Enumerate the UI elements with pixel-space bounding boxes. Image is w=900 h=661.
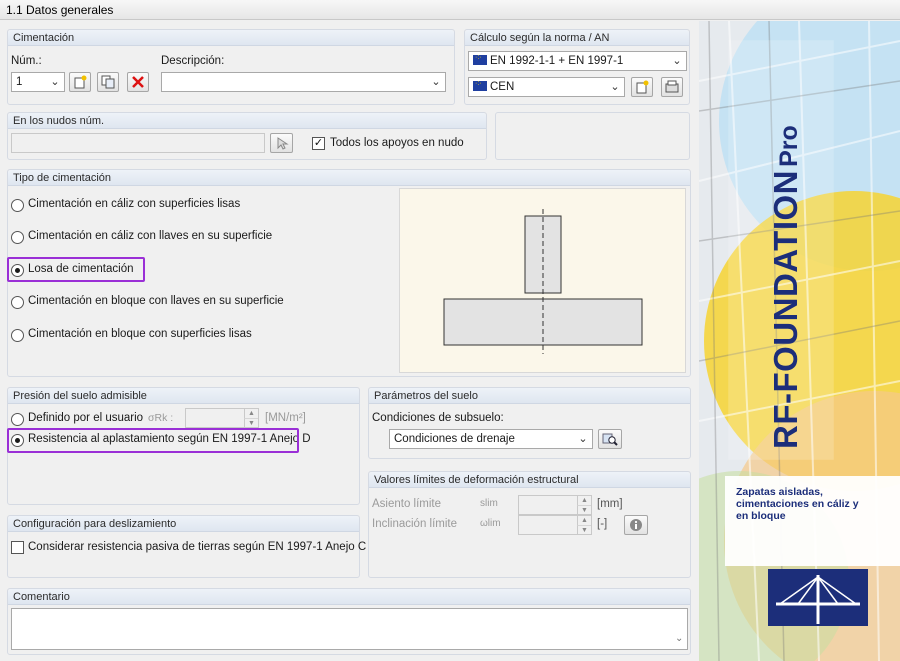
radio-block-smooth[interactable] (11, 329, 24, 342)
bridge-logo-icon (776, 575, 860, 624)
empty-panel (495, 112, 690, 160)
info-icon (630, 519, 642, 531)
num-label: Núm.: (11, 55, 42, 67)
new-item-icon (74, 75, 87, 89)
edit-annex-button[interactable] (661, 77, 683, 97)
new-annex-button[interactable] (631, 77, 653, 97)
calculation-section-title: Cálculo según la norma / AN (465, 30, 689, 46)
subsoil-label: Condiciones de subsuelo: (372, 412, 504, 424)
radio-block-keyed[interactable] (11, 296, 24, 309)
bearing-resistance-highlight (7, 428, 299, 453)
window-title: 1.1 Datos generales (0, 0, 900, 20)
product-name: RF-FOUNDATION (767, 169, 804, 449)
tilt-unit: [-] (597, 518, 608, 530)
standard-value: EN 1992-1-1 + EN 1997-1 (490, 55, 624, 67)
radio-user-defined[interactable] (11, 413, 24, 426)
foundation-section-title: Cimentación (8, 30, 454, 46)
option-block-keyed-label: Cimentación en bloque con llaves en su s… (28, 295, 284, 307)
description-input[interactable]: ⌄ (161, 72, 446, 92)
radio-socket-smooth[interactable] (11, 199, 24, 212)
product-title: RF-FOUNDATION Pro (767, 125, 805, 449)
subsoil-details-button[interactable] (598, 429, 622, 449)
new-foundation-button[interactable] (69, 72, 91, 92)
radio-socket-keyed[interactable] (11, 231, 24, 244)
soil-pressure-section-title: Presión del suelo admisible (8, 388, 359, 404)
num-select[interactable]: 1 ⌄ (11, 72, 65, 92)
eu-flag-icon (473, 80, 487, 91)
product-tagline: Zapatas aisladas, cimentaciones en cáliz… (736, 486, 859, 522)
sigma-rk-unit: [MN/m²] (265, 412, 306, 424)
foundation-panel: Cimentación Núm.: 1 ⌄ Descripción: ⌄ (7, 29, 455, 105)
deformation-panel: Valores límites de deformación estructur… (368, 471, 691, 578)
option-socket-keyed-label: Cimentación en cáliz con llaves en su su… (28, 230, 273, 242)
passive-resistance-label: Considerar resistencia pasiva de tierras… (28, 541, 367, 553)
dlubal-logo (768, 569, 868, 626)
num-value: 1 (16, 76, 23, 88)
chevron-down-icon: ⌄ (672, 55, 682, 67)
branding-sidebar: RF-FOUNDATION Pro Zapatas aisladas, cime… (699, 21, 900, 661)
calculation-panel: Cálculo según la norma / AN EN 1992-1-1 … (464, 29, 690, 105)
national-annex-select[interactable]: CEN ⌄ (468, 77, 625, 97)
slab-foundation-diagram (443, 209, 643, 354)
spin-down-icon[interactable]: ▼ (577, 505, 591, 514)
comment-input[interactable] (11, 608, 688, 650)
all-supports-checkbox[interactable]: ✓ (312, 137, 325, 150)
search-icon (602, 433, 618, 446)
chevron-down-icon: ⌄ (50, 76, 60, 88)
sigma-rk-label: σRk : (148, 412, 174, 424)
subsoil-select[interactable]: Condiciones de drenaje ⌄ (389, 429, 593, 449)
settlement-symbol: slim (480, 498, 498, 509)
pick-nodes-button[interactable] (270, 133, 293, 153)
option-socket-smooth-label: Cimentación en cáliz con superficies lis… (28, 198, 241, 210)
chevron-down-icon: ⌄ (578, 433, 588, 445)
copy-icon (101, 75, 115, 89)
info-button[interactable] (624, 515, 648, 535)
sigma-rk-input[interactable]: ▲ ▼ (185, 408, 259, 428)
sliding-section-title: Configuración para deslizamiento (8, 516, 359, 532)
nodes-section-title: En los nudos núm. (8, 113, 486, 129)
delete-icon (132, 76, 144, 88)
slab-option-highlight (7, 257, 145, 282)
spin-up-icon[interactable]: ▲ (577, 516, 591, 525)
subsoil-value: Condiciones de drenaje (394, 433, 515, 445)
standard-select[interactable]: EN 1992-1-1 + EN 1997-1 ⌄ (468, 51, 687, 71)
option-block-smooth-label: Cimentación en bloque con superficies li… (28, 328, 252, 340)
product-suffix: Pro (775, 125, 803, 167)
passive-resistance-checkbox[interactable] (11, 541, 24, 554)
copy-foundation-button[interactable] (97, 72, 119, 92)
user-defined-label: Definido por el usuario (28, 412, 144, 424)
settlement-label: Asiento límite (372, 498, 442, 510)
spin-down-icon[interactable]: ▼ (577, 525, 591, 534)
nodes-panel: En los nudos núm. ✓ Todos los apoyos en … (7, 112, 487, 160)
comment-panel: Comentario ⌄ (7, 588, 691, 655)
chevron-down-icon: ⌄ (610, 81, 620, 93)
new-item-icon (636, 80, 649, 94)
delete-foundation-button[interactable] (127, 72, 149, 92)
nodes-input[interactable] (11, 133, 265, 153)
annex-value: CEN (490, 81, 515, 93)
chevron-down-icon: ⌄ (431, 76, 441, 88)
spin-up-icon[interactable]: ▲ (577, 496, 591, 505)
settlement-unit: [mm] (597, 498, 623, 510)
description-label: Descripción: (161, 55, 225, 67)
chevron-down-icon[interactable]: ⌄ (675, 633, 683, 644)
sliding-panel: Configuración para deslizamiento Conside… (7, 515, 366, 578)
settlement-input[interactable]: ▲ ▼ (518, 495, 592, 515)
spin-up-icon[interactable]: ▲ (244, 409, 258, 418)
tilt-symbol: ωlim (480, 518, 501, 529)
deformation-section-title: Valores límites de deformación estructur… (369, 472, 690, 488)
settings-icon (665, 80, 679, 93)
tilt-label: Inclinación límite (372, 518, 458, 530)
cursor-pick-icon (277, 137, 289, 150)
foundation-preview (399, 188, 686, 373)
soil-params-panel: Parámetros del suelo Condiciones de subs… (368, 387, 691, 459)
comment-section-title: Comentario (8, 589, 690, 605)
eu-flag-icon (473, 54, 487, 65)
tilt-input[interactable]: ▲ ▼ (518, 515, 592, 535)
foundation-type-section-title: Tipo de cimentación (8, 170, 690, 186)
spin-down-icon[interactable]: ▼ (244, 418, 258, 427)
all-supports-label: Todos los apoyos en nudo (330, 137, 464, 149)
soil-params-section-title: Parámetros del suelo (369, 388, 690, 404)
